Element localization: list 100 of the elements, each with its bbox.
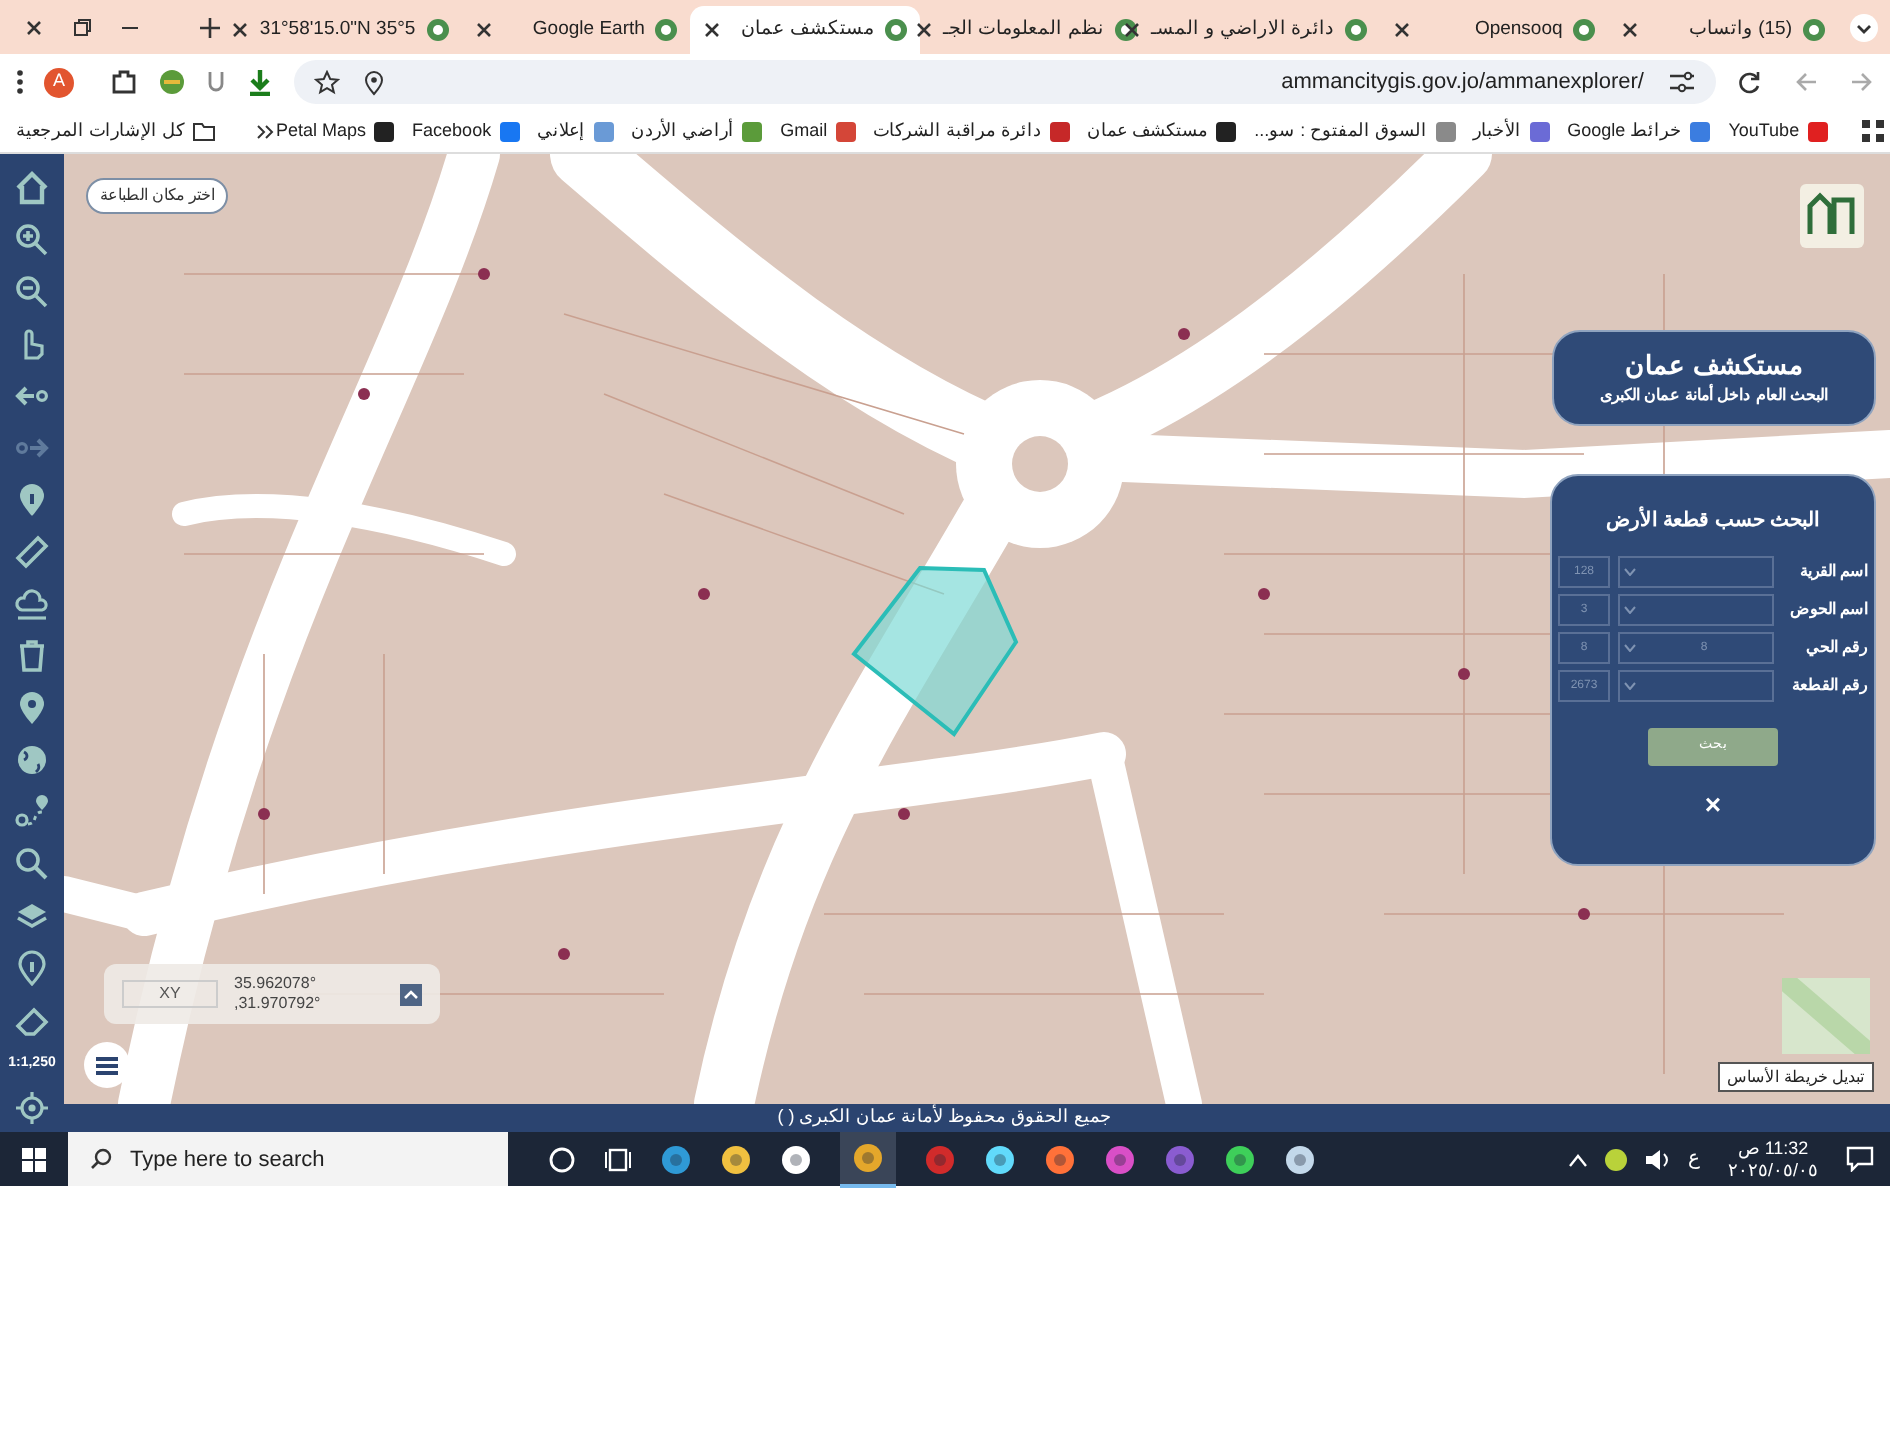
favicon-icon [1690, 121, 1711, 141]
show-hidden-icon[interactable] [1567, 1151, 1588, 1167]
favicon-icon [374, 121, 395, 141]
dropdown-field[interactable] [1618, 556, 1774, 588]
zoom-in-icon[interactable] [14, 222, 50, 258]
url-text: ammancitygis.gov.jo/ammanexplorer/ [1279, 67, 1644, 98]
info-pin-icon[interactable] [14, 482, 50, 518]
crosshair-icon[interactable] [16, 1091, 48, 1123]
all-bookmarks-link[interactable]: كل الإشارات المرجعية [16, 117, 185, 145]
dropdown-field[interactable] [1618, 594, 1774, 626]
more-options-icon[interactable] [16, 68, 24, 96]
location-pin-icon[interactable] [14, 690, 50, 726]
windows-start-icon[interactable] [22, 1147, 46, 1171]
close-button[interactable]: × [1704, 790, 1722, 818]
globe-icon[interactable] [14, 742, 50, 778]
close-icon[interactable] [1121, 20, 1142, 40]
basemap-thumbnail-icon[interactable] [1782, 978, 1870, 1054]
close-icon[interactable] [473, 20, 494, 40]
bookmark-link[interactable]: Gmail [780, 117, 856, 145]
field-label: رقم الحي [1803, 636, 1868, 660]
favicon-icon [425, 18, 450, 42]
apps-grid-icon[interactable] [1861, 120, 1884, 142]
dropdown-field[interactable] [1618, 670, 1774, 702]
favicon-icon [593, 121, 614, 141]
close-icon[interactable] [24, 17, 44, 37]
address-field[interactable]: ammancitygis.gov.jo/ammanexplorer/ [294, 60, 1716, 104]
tab-title: (15) واتساب [1686, 15, 1792, 44]
browser-tab[interactable]: Google Earth [461, 6, 691, 54]
extension-icon[interactable] [206, 68, 226, 96]
bookmark-link[interactable]: خرائط Google [1567, 117, 1711, 145]
bookmark-link[interactable]: دائرة مراقبة الشركات [873, 117, 1070, 145]
bookmark-link[interactable]: Petal Maps [276, 117, 395, 145]
close-icon[interactable] [702, 20, 723, 40]
chevron-icon[interactable] [256, 121, 277, 141]
tab-title: 31°58'15.0"N 35°5 [259, 15, 416, 44]
chevron-down-icon [1624, 644, 1636, 652]
bookmark-link[interactable]: الأخبار [1473, 117, 1550, 145]
favicon-icon [1572, 18, 1597, 42]
eraser-icon[interactable] [14, 1002, 50, 1038]
browser-tab[interactable]: (15) واتساب [1608, 6, 1838, 54]
task-view-icon[interactable] [604, 1145, 632, 1173]
new-tab-icon[interactable] [200, 17, 220, 37]
star-icon[interactable] [314, 69, 340, 95]
profile-avatar[interactable]: A [44, 67, 74, 97]
ruler-icon[interactable] [14, 534, 50, 570]
coordinate-format-field[interactable]: XY [122, 980, 218, 1008]
layers-icon[interactable] [14, 898, 50, 934]
panel-title: البحث حسب قطعة الأرض [1605, 506, 1821, 536]
volume-icon[interactable] [1643, 1147, 1672, 1171]
bookmark-link[interactable]: إعلاني [537, 117, 614, 145]
clock-time: 11:32 ص [1737, 1137, 1809, 1159]
home-icon[interactable] [14, 170, 50, 206]
print-location-button[interactable]: اختر مكان الطباعة [86, 178, 229, 214]
collapse-icon[interactable] [400, 983, 422, 1005]
favicon-icon [1529, 121, 1550, 141]
field-label: اسم القرية [1797, 560, 1868, 584]
chevron-down-icon [1624, 568, 1636, 576]
route-icon[interactable] [14, 794, 50, 830]
language-indicator[interactable]: ع [1687, 1144, 1700, 1174]
favicon-icon [1343, 18, 1368, 42]
favicon-icon [742, 121, 763, 141]
close-icon[interactable] [1620, 20, 1641, 40]
restore-icon[interactable] [72, 17, 92, 37]
favicon-icon [1435, 121, 1456, 141]
bookmark-link[interactable]: السوق المفتوح : سو... [1254, 117, 1456, 145]
location-icon [364, 69, 384, 95]
favicon-icon [1216, 121, 1237, 141]
download-icon[interactable] [246, 68, 274, 96]
bookmark-link[interactable]: أراضي الأردن [631, 117, 763, 145]
cortana-icon[interactable] [548, 1145, 576, 1173]
trash-icon[interactable] [14, 638, 50, 674]
tab-search-icon[interactable] [1850, 13, 1878, 41]
bookmark-link[interactable]: مستكشف عمان [1087, 117, 1237, 145]
close-icon[interactable] [1391, 20, 1412, 40]
copyright-text: جميع الحقوق محفوظ لأمانة عمان الكبرى ( ) [777, 1104, 1113, 1131]
tab-title: دائرة الاراضي و المسـ [1151, 15, 1334, 44]
panel-subtitle: البحث العام داخل أمانة عمان الكبرى [1599, 388, 1829, 404]
info-pin-icon[interactable] [14, 950, 50, 986]
coordinate-value: ,31.970792° [234, 994, 321, 1014]
close-icon[interactable] [913, 20, 934, 40]
close-icon[interactable] [229, 20, 250, 40]
browser-tab[interactable]: 31°58'15.0"N 35°5 [231, 6, 462, 54]
bookmark-link[interactable]: Facebook [412, 117, 520, 145]
taskbar-search-field[interactable]: Type here to search [68, 1132, 508, 1186]
browser-tab[interactable]: مستكشف عمان [690, 6, 921, 54]
panel-title: مستكشف عمان [1625, 352, 1803, 378]
tab-title: نظم المعلومات الجـ [943, 15, 1104, 44]
zoom-out-icon[interactable] [14, 274, 50, 310]
globe-extension-icon[interactable] [158, 68, 186, 96]
browser-tab[interactable]: Opensooq [1379, 6, 1609, 54]
bookmark-link[interactable]: YouTube [1728, 117, 1828, 145]
reload-icon[interactable] [1736, 69, 1762, 95]
search-icon[interactable] [14, 846, 50, 882]
basemap-toggle-button[interactable]: تبديل خريطة الأساس [1717, 1062, 1874, 1092]
coordinate-value: 35.962078° [234, 974, 319, 994]
tune-icon[interactable] [1668, 70, 1696, 94]
status-icon[interactable] [1603, 1147, 1628, 1171]
cloud-icon[interactable] [14, 586, 50, 622]
extensions-icon[interactable] [110, 68, 138, 96]
notification-icon[interactable] [1846, 1146, 1874, 1172]
